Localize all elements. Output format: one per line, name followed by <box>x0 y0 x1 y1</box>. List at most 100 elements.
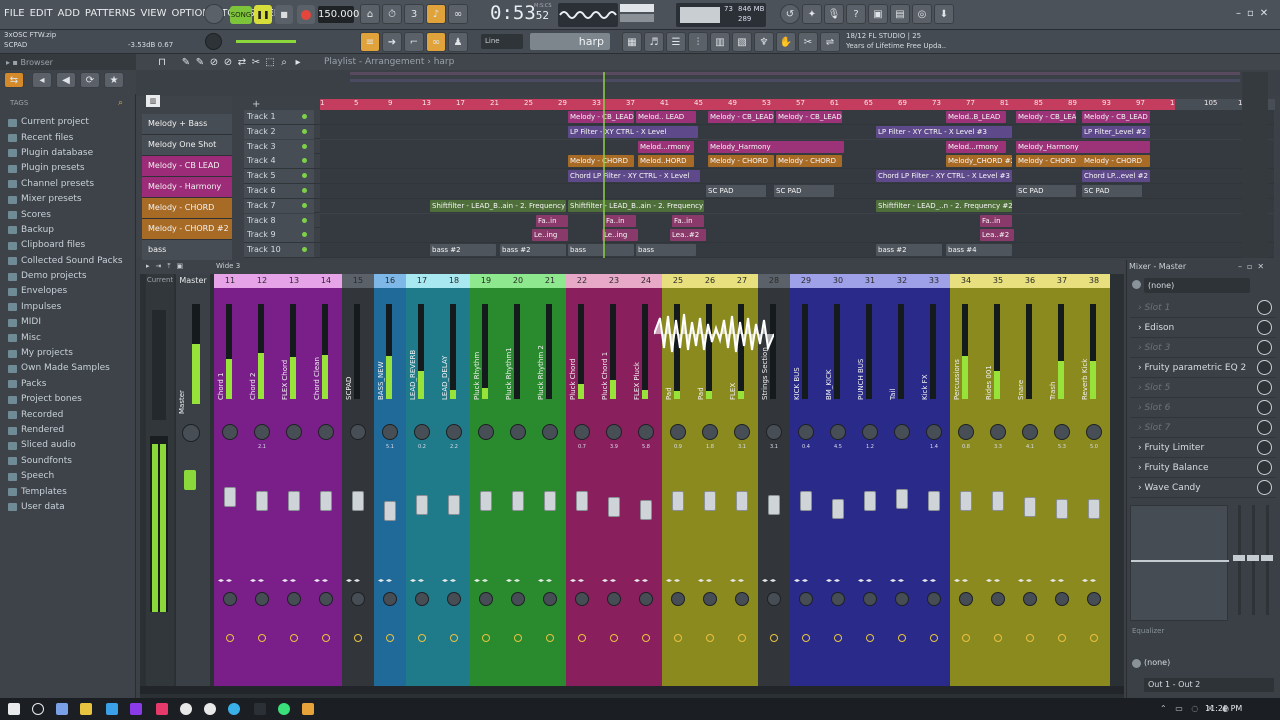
stereo-knob[interactable] <box>831 592 845 606</box>
help-icon[interactable]: ? <box>846 4 866 24</box>
browser-item[interactable]: Sliced audio <box>8 438 136 453</box>
route-toggle[interactable] <box>290 634 298 642</box>
playlist-clip[interactable]: Melody_Harmony <box>1016 140 1150 153</box>
route-toggle[interactable] <box>482 634 490 642</box>
pan-knob[interactable] <box>446 424 462 440</box>
stereo-knob[interactable] <box>671 592 685 606</box>
browser-item[interactable]: MIDI <box>8 315 136 330</box>
fl-studio-icon[interactable] <box>302 703 314 715</box>
playlist-clip[interactable]: Le..ing <box>532 229 568 242</box>
swap-arrows[interactable]: ◂▸ ◂▸ <box>314 577 328 584</box>
stereo-knob[interactable] <box>447 592 461 606</box>
master-pitch-slider[interactable] <box>236 40 296 43</box>
search-taskbar-icon[interactable] <box>32 703 44 715</box>
browser-item[interactable]: Channel presets <box>8 177 136 192</box>
swap-arrows[interactable]: ◂▸ ◂▸ <box>442 577 456 584</box>
plugin-picker-icon[interactable]: ✦ <box>802 4 822 24</box>
volume-fader[interactable] <box>736 491 748 511</box>
tempo-display[interactable]: 150.000 <box>318 6 359 23</box>
track-lane[interactable]: Shiftfilter - LEAD_B..ain - 2. Frequency… <box>320 198 1274 213</box>
volume-fader[interactable] <box>448 495 460 516</box>
browser-item[interactable]: Rendered <box>8 423 136 438</box>
playlist-clip[interactable]: Melody - CHORD <box>568 155 634 168</box>
pan-knob[interactable] <box>222 424 238 440</box>
playlist-clip[interactable]: Shiftfilter - LEAD_B..ain - 2. Frequency <box>568 199 704 212</box>
swap-arrows[interactable]: ◂▸ ◂▸ <box>794 577 808 584</box>
stereo-knob[interactable] <box>991 592 1005 606</box>
playlist-clip[interactable]: Melody - CB_LEAD <box>1082 111 1150 123</box>
browser-item[interactable]: Current project <box>8 115 136 130</box>
playlist-clip[interactable]: Shiftfilter - LEAD_..n - 2. Frequency #2 <box>876 199 1012 212</box>
playlist-clip[interactable]: Melod.. LEAD <box>636 111 696 123</box>
stereo-knob[interactable] <box>351 592 365 606</box>
mixer-strip[interactable]: 19 Pluck Rhythm ◂▸ ◂▸ <box>470 274 502 694</box>
link-channels-icon[interactable]: ⇌ <box>820 32 840 52</box>
playlist-clip[interactable]: LP Filter - XY CTRL - X Level <box>568 125 698 138</box>
chat-icon[interactable]: ◎ <box>912 4 932 24</box>
playlist-clip[interactable]: SC PAD <box>774 185 834 197</box>
swap-arrows[interactable]: ◂▸ ◂▸ <box>826 577 840 584</box>
mixer-strip[interactable]: 35 Rides 001 3.3 ◂▸ ◂▸ <box>982 274 1014 694</box>
volume-fader[interactable] <box>800 491 812 511</box>
swap-arrows[interactable]: ◂▸ ◂▸ <box>1018 577 1032 584</box>
pan-knob[interactable] <box>254 424 270 440</box>
menu-file[interactable]: FILE <box>4 8 25 19</box>
route-toggle[interactable] <box>802 634 810 642</box>
browser-item[interactable]: Own Made Samples <box>8 361 136 376</box>
playlist-clip[interactable]: bass #2 <box>500 244 566 257</box>
track-lane[interactable]: SC PAD SC PAD SC PAD SC PAD <box>320 184 1274 198</box>
mixer-strip[interactable]: 18 LEAD_DELAY 2.2 ◂▸ ◂▸ <box>438 274 470 694</box>
track-lane[interactable]: Fa..in Fa..in Fa..in Fa..in <box>320 213 1274 228</box>
mail-icon[interactable] <box>156 703 168 715</box>
piano-roll-icon[interactable]: ♬ <box>644 32 664 52</box>
mixer-icon[interactable]: ⫶ <box>688 32 708 52</box>
route-toggle[interactable] <box>514 634 522 642</box>
playlist-clip[interactable]: bass <box>636 244 696 257</box>
browser-item[interactable]: Recent files <box>8 130 136 145</box>
volume-fader[interactable] <box>352 491 364 511</box>
route-toggle[interactable] <box>770 634 778 642</box>
swap-arrows[interactable]: ◂▸ ◂▸ <box>858 577 872 584</box>
eq-sliders[interactable] <box>1232 505 1276 621</box>
mixer-strip[interactable]: 29 KICK BUS 0.4 ◂▸ ◂▸ <box>790 274 822 694</box>
effect-slot[interactable]: › Slot 5 <box>1130 378 1276 398</box>
menu-add[interactable]: ADD <box>58 8 80 19</box>
browser-item[interactable]: Misc <box>8 330 136 345</box>
pattern-item[interactable]: Melody - Harmony <box>142 177 232 198</box>
volume-fader[interactable] <box>480 491 492 511</box>
stereo-knob[interactable] <box>575 592 589 606</box>
stamp-icon[interactable]: ♟ <box>448 32 468 52</box>
star-icon[interactable]: ★ <box>104 72 124 88</box>
playlist-clip[interactable]: Melod..HORD <box>638 155 694 168</box>
volume-fader[interactable] <box>832 498 844 519</box>
mixer-strip[interactable]: 15 SCPAD ◂▸ ◂▸ <box>342 274 374 694</box>
browser-item[interactable]: Packs <box>8 377 136 392</box>
playlist-clip[interactable]: SC PAD <box>1016 185 1076 197</box>
playlist-icon[interactable]: ≡ <box>360 32 380 52</box>
pan-knob[interactable] <box>670 424 686 440</box>
track-lane[interactable]: Le..ing Le..ing Lea..#2 Lea..#2 <box>320 228 1274 243</box>
stereo-knob[interactable] <box>927 592 941 606</box>
stereo-knob[interactable] <box>799 592 813 606</box>
stereo-knob[interactable] <box>479 592 493 606</box>
main-volume-knob[interactable] <box>205 33 222 50</box>
mixer-strip[interactable]: 38 Reverb Kick 5.0 ◂▸ ◂▸ <box>1078 274 1110 694</box>
route-toggle[interactable] <box>738 634 746 642</box>
pan-knob[interactable] <box>862 424 878 440</box>
input-select[interactable]: (none) <box>1144 278 1250 293</box>
stereo-knob[interactable] <box>383 592 397 606</box>
route-toggle[interactable] <box>386 634 394 642</box>
record-button[interactable] <box>297 5 315 24</box>
menu-patterns[interactable]: PATTERNS <box>85 8 136 19</box>
playlist-clip[interactable]: Melod...rmony <box>638 140 694 153</box>
undo-icon[interactable]: ↺ <box>780 4 800 24</box>
swap-arrows[interactable]: ◂▸ ◂▸ <box>762 577 776 584</box>
pattern-selector[interactable]: harp <box>530 33 610 50</box>
volume-fader[interactable] <box>1088 498 1100 519</box>
browser2-icon[interactable] <box>204 703 216 715</box>
browser-item[interactable]: Speech <box>8 469 136 484</box>
effect-slot[interactable]: › Slot 3 <box>1130 338 1276 358</box>
mixer-strip[interactable]: 12 Chord 2 2.1 ◂▸ ◂▸ <box>246 274 278 694</box>
slot-mix-knob[interactable] <box>1257 340 1272 355</box>
timeline-ruler[interactable]: 1 5 9 13 17 21 25 29 33 37 41 45 49 53 57 61 65 69 73 77 81 8… <box>320 99 1183 110</box>
